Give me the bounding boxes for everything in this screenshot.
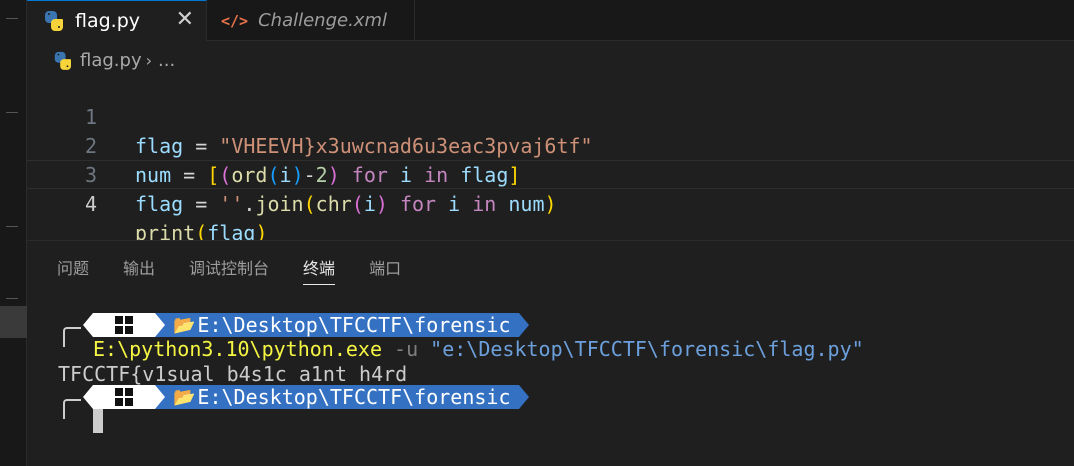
activity-marker [6, 226, 18, 227]
windows-icon [115, 388, 133, 406]
code-text: flag = ''.join(chr(i) for i in num) [135, 192, 557, 216]
terminal-cursor [93, 409, 103, 433]
breadcrumb-more[interactable]: ... [158, 50, 175, 71]
terminal-prompt: 📂 E:\Desktop\TFCCTF\forensic [83, 385, 528, 409]
tab-label: Challenge.xml [258, 10, 387, 31]
command-exe: E:\python3.10\python.exe [93, 337, 382, 361]
activity-marker [6, 298, 18, 299]
breadcrumb: flag.py › ... [52, 46, 175, 74]
command-output: TFCCTF{v1sual_b4s1c_a1nt_h4rd [58, 362, 408, 386]
activity-bar [0, 0, 27, 466]
editor-tab-bar: flag.py ✕ </> Challenge.xml [27, 0, 1074, 41]
prompt-path-segment: 📂 E:\Desktop\TFCCTF\forensic [155, 313, 528, 337]
command-line: E:\python3.10\python.exe -u "e:\Desktop\… [93, 337, 864, 361]
code-line: 1 flag = "VHEEVH}x3uwcnad6u3eac3pvaj6tf" [27, 74, 1074, 158]
folder-open-icon: 📂 [173, 314, 196, 336]
folder-open-icon: 📂 [173, 386, 196, 408]
activity-item-active[interactable] [0, 306, 27, 338]
terminal-prompt: 📂 E:\Desktop\TFCCTF\forensic [83, 313, 528, 337]
tab-terminal[interactable]: 终端 [303, 255, 336, 285]
bottom-panel: 问题 输出 调试控制台 终端 端口 📂 E:\Desktop\TFCCTF\fo… [27, 240, 1074, 466]
command-arg: "e:\Desktop\TFCCTF\forensic\flag.py" [430, 337, 864, 361]
python-icon [53, 51, 71, 70]
prompt-path: E:\Desktop\TFCCTF\forensic [197, 313, 511, 337]
tab-problems[interactable]: 问题 [57, 255, 89, 285]
tab-label: flag.py [75, 10, 141, 32]
xml-icon: </> [221, 11, 249, 30]
tab-output[interactable]: 输出 [123, 255, 155, 285]
chevron-right-icon: › [145, 50, 152, 70]
prompt-path: E:\Desktop\TFCCTF\forensic [197, 385, 511, 409]
prompt-os-segment [83, 385, 165, 409]
windows-icon [115, 316, 133, 334]
tab-challenge-xml[interactable]: </> Challenge.xml [207, 0, 415, 41]
prompt-os-segment [83, 313, 165, 337]
code-editor[interactable]: 1 flag = "VHEEVH}x3uwcnad6u3eac3pvaj6tf"… [27, 74, 1074, 245]
panel-tab-bar: 问题 输出 调试控制台 终端 端口 [57, 255, 435, 285]
tab-flag-py[interactable]: flag.py ✕ [27, 0, 207, 41]
code-line-current: 4 print(flag) [27, 160, 1074, 245]
code-line: 2 num = [(ord(i)-2) for i in flag] [27, 103, 1074, 187]
python-icon [43, 10, 65, 32]
command-flag: -u [394, 337, 419, 361]
prompt-path-segment: 📂 E:\Desktop\TFCCTF\forensic [155, 385, 528, 409]
prompt-corner [63, 399, 81, 419]
close-icon[interactable]: ✕ [176, 7, 194, 32]
activity-marker [6, 18, 18, 19]
line-number: 4 [84, 192, 97, 216]
activity-marker [6, 112, 18, 113]
code-line: 3 flag = ''.join(chr(i) for i in num) [27, 132, 1074, 216]
tab-ports[interactable]: 端口 [369, 255, 401, 285]
breadcrumb-file[interactable]: flag.py [80, 50, 142, 71]
prompt-corner [63, 327, 81, 347]
tab-debug-console[interactable]: 调试控制台 [189, 255, 269, 285]
